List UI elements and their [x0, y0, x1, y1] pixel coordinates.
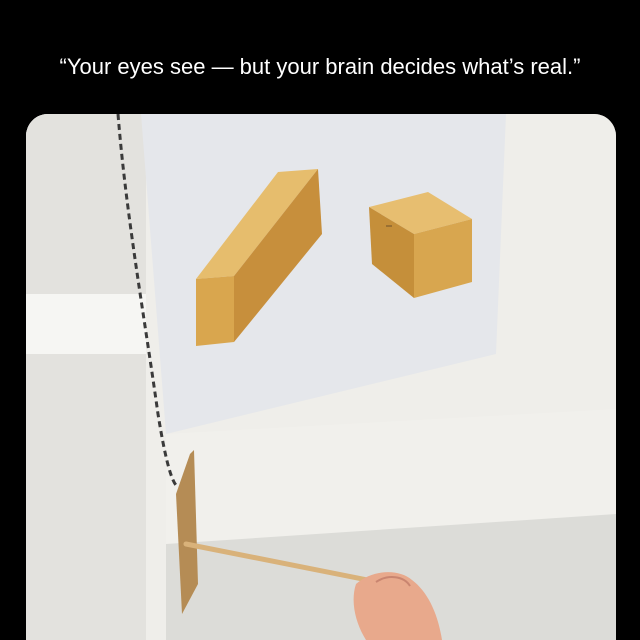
video-frame [26, 114, 616, 640]
wall-left-shadow [26, 114, 146, 640]
paper-note [26, 294, 146, 354]
scene-image [26, 114, 616, 640]
caption: “Your eyes see — but your brain decides … [59, 54, 581, 79]
